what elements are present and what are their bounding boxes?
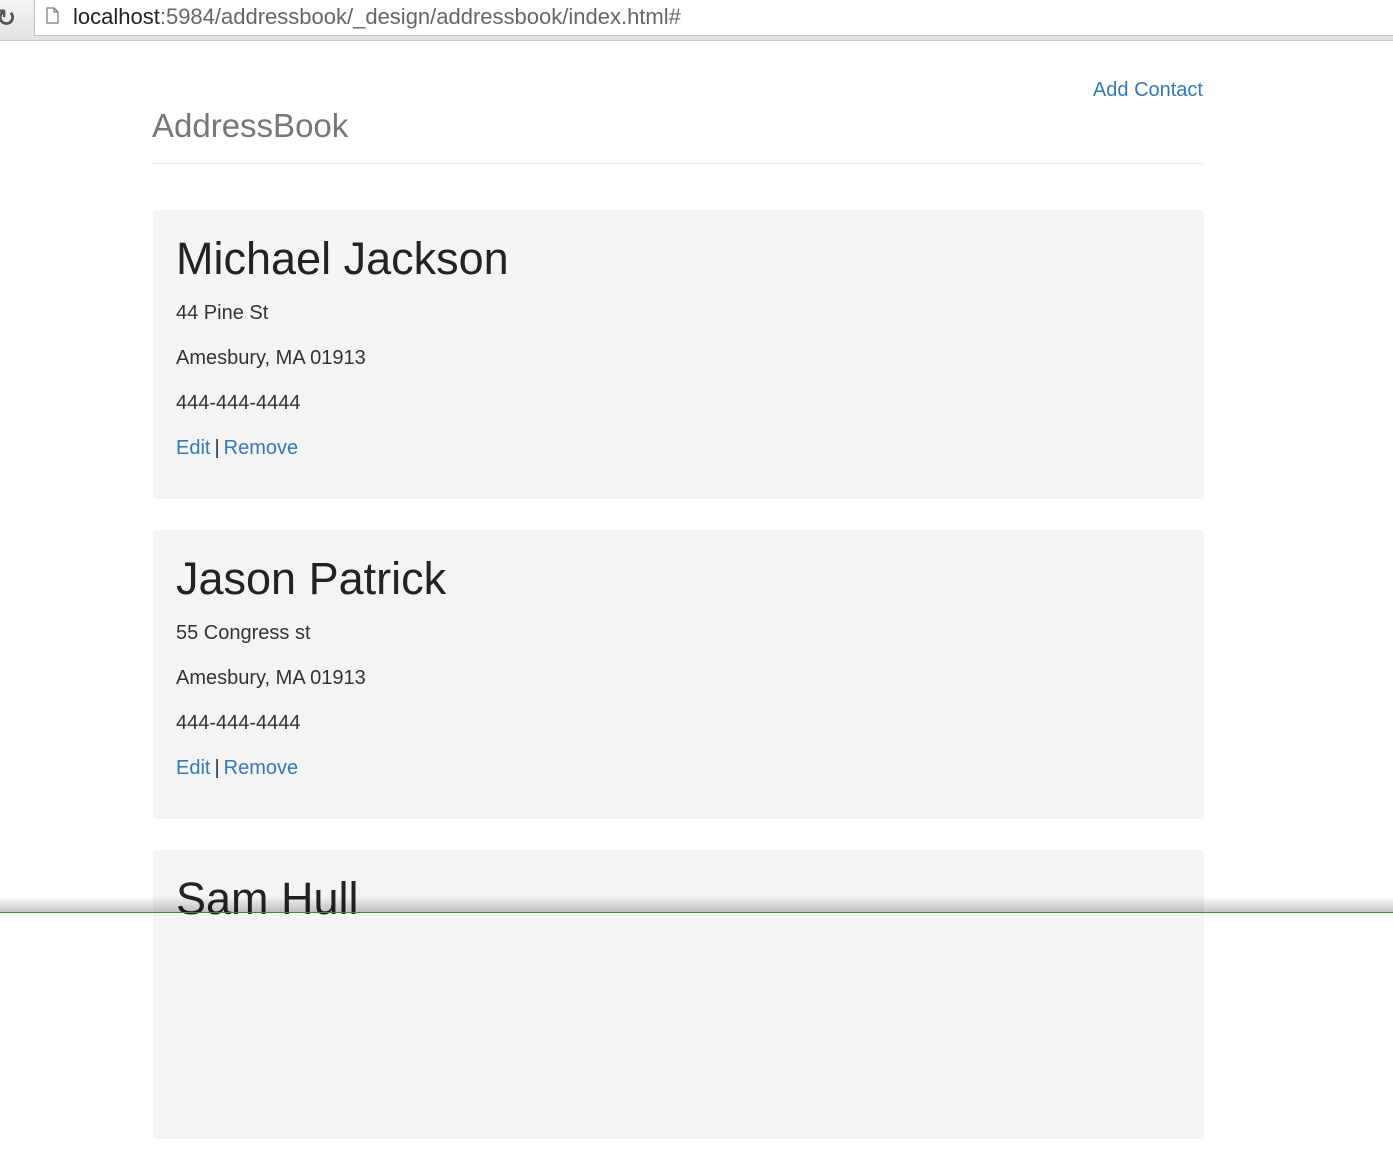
contact-street: 44 Pine St — [176, 302, 269, 324]
remove-link[interactable]: Remove — [224, 437, 298, 459]
header-divider — [153, 163, 1203, 164]
url-path: :5984/addressbook/_design/addressbook/in… — [159, 4, 681, 29]
add-contact-link[interactable]: Add Contact — [1093, 77, 1203, 103]
window-bottom-edge — [0, 896, 1393, 913]
url-host: localhost — [73, 4, 160, 29]
reload-icon[interactable]: ↻ — [0, 4, 16, 32]
browser-toolbar: ↻ localhost:5984/addressbook/_design/add… — [0, 0, 1393, 41]
contact-card: Sam Hull — [153, 850, 1204, 1139]
edit-link[interactable]: Edit — [176, 757, 210, 779]
contact-card: Michael Jackson 44 Pine St Amesbury, MA … — [153, 210, 1204, 499]
edit-link[interactable]: Edit — [176, 437, 210, 459]
contact-name: Jason Patrick — [176, 553, 447, 604]
page-icon — [46, 7, 59, 24]
contact-card: Jason Patrick 55 Congress st Amesbury, M… — [153, 530, 1204, 819]
contact-name: Michael Jackson — [176, 233, 509, 284]
address-bar[interactable]: localhost:5984/addressbook/_design/addre… — [34, 0, 1393, 36]
contact-street: 55 Congress st — [176, 622, 311, 644]
contact-actions: Edit | Remove — [176, 753, 1181, 784]
contact-city: Amesbury, MA 01913 — [176, 667, 366, 689]
action-separator: | — [214, 757, 220, 779]
page-title: AddressBook — [152, 107, 349, 145]
remove-link[interactable]: Remove — [224, 757, 298, 779]
contact-actions: Edit | Remove — [176, 433, 1181, 464]
contact-list: Michael Jackson 44 Pine St Amesbury, MA … — [153, 210, 1204, 1170]
contact-city: Amesbury, MA 01913 — [176, 347, 366, 369]
contact-phone: 444-444-4444 — [176, 712, 301, 734]
contact-phone: 444-444-4444 — [176, 392, 301, 414]
url-text[interactable]: localhost:5984/addressbook/_design/addre… — [73, 4, 681, 30]
action-separator: | — [214, 437, 220, 459]
